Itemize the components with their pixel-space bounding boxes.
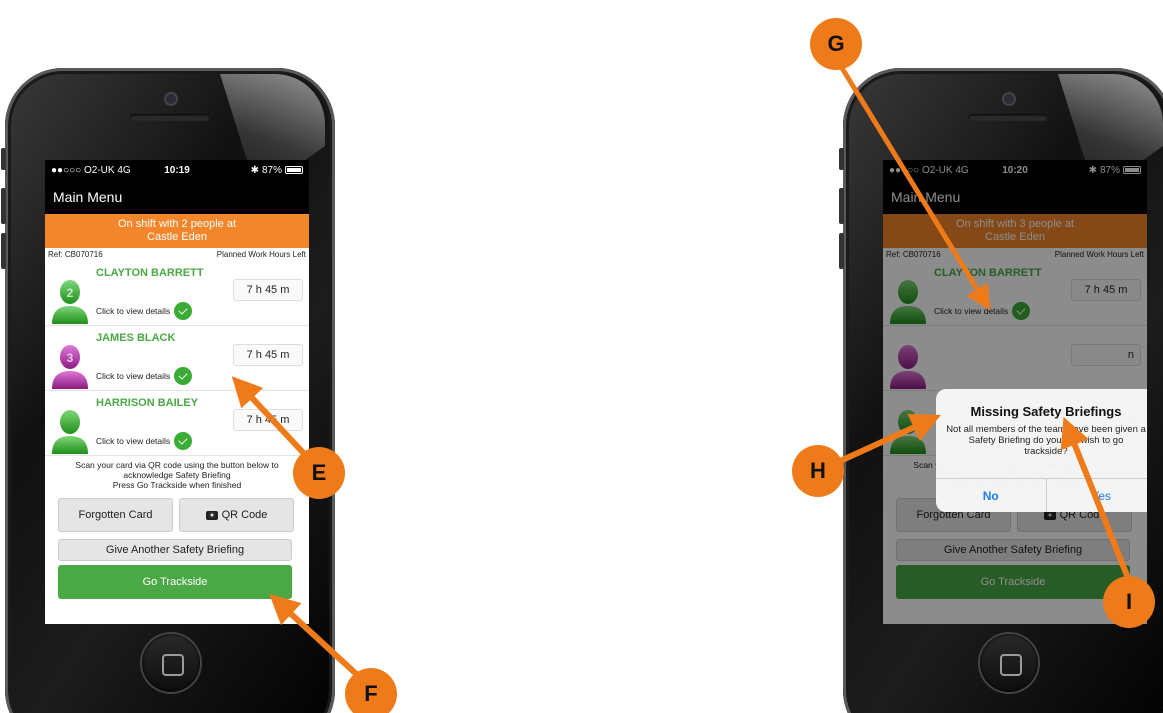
button-row: Forgotten Card QR Code [45,494,309,536]
person-row[interactable]: 2 CLAYTON BARRETT 7 h 45 m Click to view… [45,261,309,326]
missing-briefings-alert: Missing Safety Briefings Not all members… [936,389,1147,512]
alert-message: Not all members of the team have been gi… [946,424,1146,457]
volume-up-button [1,188,6,224]
callout-g: G [810,18,862,70]
view-details-link[interactable]: Click to view details [96,432,193,450]
mute-switch [839,148,844,170]
svg-text:3: 3 [67,351,74,365]
view-details-link[interactable]: Click to view details [96,367,193,385]
ref-label: Ref: CB070716 [48,250,103,259]
alert-title: Missing Safety Briefings [970,404,1122,419]
phone-left: ●●○○○ O2-UK 4G 10:19 ✱ 87% Main Menu On … [1,68,335,713]
go-trackside-button[interactable]: Go Trackside [58,565,292,599]
forgotten-card-label: Forgotten Card [78,509,153,521]
give-another-label: Give Another Safety Briefing [105,544,245,556]
view-details-link[interactable]: Click to view details [96,302,193,320]
hours-left: 7 h 45 m [233,344,303,366]
person-row[interactable]: 3 JAMES BLACK 7 h 45 m Click to view det… [45,326,309,391]
hours-left: 7 h 45 m [233,279,303,301]
callout-e: E [293,447,345,499]
check-icon [174,432,193,450]
person-row[interactable]: HARRISON BAILEY 7 h 45 m Click to view d… [45,391,309,456]
speaker-grille [968,114,1048,121]
screen: ●●●○○ O2-UK 4G 10:20 ✱ 87% Main Menu On … [883,160,1147,624]
banner-line-2: Castle Eden [147,231,207,243]
instructions-line-2: acknowledge Safety Briefing [123,470,231,480]
ref-row: Ref: CB070716 Planned Work Hours Left [45,248,309,261]
speaker-grille [130,114,210,121]
callout-i: I [1103,576,1155,628]
person-name: HARRISON BAILEY [96,397,199,409]
avatar: 2 [50,276,90,324]
give-another-briefing-button[interactable]: Give Another Safety Briefing [58,539,292,561]
check-icon [174,302,193,320]
svg-text:2: 2 [67,286,74,300]
camera-icon [166,94,176,104]
person-name: JAMES BLACK [96,332,176,344]
home-button[interactable] [142,634,200,692]
page-title: Main Menu [45,180,309,214]
volume-down-button [839,233,844,269]
battery-icon [285,166,303,174]
forgotten-card-button[interactable]: Forgotten Card [58,498,173,532]
shift-banner: On shift with 2 people at Castle Eden [45,214,309,248]
view-details-label: Click to view details [96,306,171,316]
instructions-line-3: Press Go Trackside when finished [112,480,242,490]
clock: 10:19 [164,164,190,176]
home-button[interactable] [980,634,1038,692]
callout-h: H [792,445,844,497]
status-bar: ●●○○○ O2-UK 4G 10:19 ✱ 87% [45,160,309,180]
check-icon [174,367,193,385]
volume-up-button [839,188,844,224]
camera-icon [1004,94,1014,104]
instructions-line-1: Scan your card via QR code using the but… [75,460,279,470]
mute-switch [1,148,6,170]
hours-header: Planned Work Hours Left [216,250,306,259]
go-trackside-label: Go Trackside [142,576,208,588]
camera-icon [205,510,218,520]
instructions: Scan your card via QR code using the but… [45,456,309,494]
view-details-label: Click to view details [96,371,171,381]
qr-code-button[interactable]: QR Code [179,498,294,532]
banner-line-1: On shift with 2 people at [117,218,236,230]
alert-no-button[interactable]: No [936,479,1047,512]
qr-code-label: QR Code [221,509,268,521]
avatar [50,406,90,454]
screen: ●●○○○ O2-UK 4G 10:19 ✱ 87% Main Menu On … [45,160,309,624]
callout-f: F [345,668,397,713]
person-name: CLAYTON BARRETT [96,267,204,279]
avatar: 3 [50,341,90,389]
hours-left: 7 h 45 m [233,409,303,431]
alert-buttons: No Yes [936,478,1147,512]
volume-down-button [1,233,6,269]
alert-yes-button[interactable]: Yes [1047,479,1148,512]
view-details-label: Click to view details [96,436,171,446]
